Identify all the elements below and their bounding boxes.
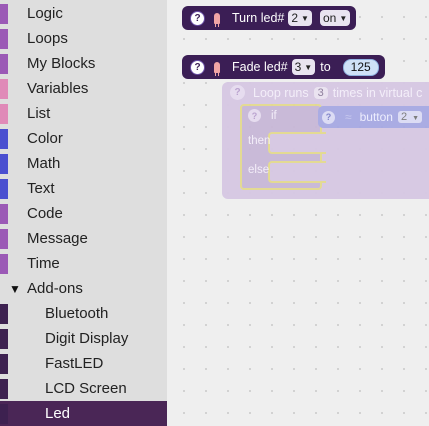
category-label: Math <box>27 155 61 172</box>
loop-count-field[interactable]: 3 <box>313 86 328 99</box>
button-number-dropdown[interactable]: 2 ▼ <box>397 111 423 123</box>
chevron-down-icon: ▼ <box>301 13 309 23</box>
then-slot <box>268 132 326 154</box>
led-icon <box>214 12 220 27</box>
help-icon: ? <box>230 85 245 100</box>
if-else-block[interactable]: ? if then else <box>240 104 326 190</box>
chevron-down-icon: ▼ <box>304 62 313 72</box>
category-color-swatch <box>0 128 8 149</box>
category-color-swatch <box>0 78 8 99</box>
category-label: Text <box>27 180 55 197</box>
category-color[interactable]: Color <box>0 126 167 151</box>
category-color-swatch <box>0 328 8 349</box>
category-color-swatch <box>0 178 8 199</box>
dropdown-value: 2 <box>291 11 299 25</box>
category-label: List <box>27 105 51 122</box>
turn-led-block[interactable]: ? Turn led# 2 ▼ on ▼ <box>182 6 357 30</box>
condition-label: button <box>359 110 393 124</box>
chevron-down-icon: ▼ <box>339 13 348 23</box>
category-time[interactable]: Time <box>0 251 167 276</box>
category-label: My Blocks <box>27 55 96 72</box>
help-icon: ? <box>248 109 261 122</box>
category-color-swatch <box>0 228 8 249</box>
category-color-swatch <box>0 28 8 49</box>
category-color-swatch <box>0 103 8 124</box>
block-text: Turn led# <box>232 11 285 25</box>
category-digit-display[interactable]: Digit Display <box>0 326 167 351</box>
if-label: if <box>271 110 277 122</box>
else-label: else <box>248 164 270 176</box>
loop-text-prefix: Loop runs <box>253 85 309 100</box>
dropdown-value: on <box>322 11 337 25</box>
category-math[interactable]: Math <box>0 151 167 176</box>
category-label: Loops <box>27 30 68 47</box>
then-label: then <box>248 135 271 147</box>
sensor-icon: ≈ <box>345 110 352 124</box>
category-message[interactable]: Message <box>0 226 167 251</box>
loop-text-suffix: times in virtual c <box>332 85 423 100</box>
category-text[interactable]: Text <box>0 176 167 201</box>
button-condition-block[interactable]: ? ≈ button 2 ▼ <box>318 106 429 128</box>
dropdown-value: 2 <box>400 111 408 123</box>
category-loops[interactable]: Loops <box>0 26 167 51</box>
category-label: Variables <box>27 80 89 97</box>
category-label: Bluetooth <box>45 305 109 322</box>
else-slot <box>268 161 326 183</box>
category-color-swatch <box>0 403 8 424</box>
category-led[interactable]: Led <box>0 401 167 426</box>
category-color-swatch <box>0 153 8 174</box>
chevron-down-icon: ▼ <box>412 115 420 122</box>
category-list[interactable]: List <box>0 101 167 126</box>
category-my-blocks[interactable]: My Blocks <box>0 51 167 76</box>
dropdown-value: 3 <box>294 60 302 74</box>
category-color-swatch <box>0 253 8 274</box>
category-label: Code <box>27 205 63 222</box>
led-number-dropdown[interactable]: 3 ▼ <box>291 59 316 75</box>
category-logic[interactable]: Logic <box>0 1 167 26</box>
led-state-dropdown[interactable]: on ▼ <box>319 10 351 26</box>
category-fastled[interactable]: FastLED <box>0 351 167 376</box>
category-color-swatch <box>0 203 8 224</box>
category-bluetooth[interactable]: Bluetooth <box>0 301 167 326</box>
category-label: Add-ons <box>27 280 83 297</box>
led-icon <box>214 61 220 76</box>
category-label: Color <box>27 130 63 147</box>
category-add-ons[interactable]: ▼ Add-ons <box>0 276 167 301</box>
category-label: Logic <box>27 5 63 22</box>
help-icon[interactable]: ? <box>190 10 205 26</box>
toolbox-sidebar: Logic Loops My Blocks Variables List Col… <box>0 0 167 426</box>
category-lcd-screen[interactable]: LCD Screen <box>0 376 167 401</box>
category-label: Time <box>27 255 60 272</box>
category-color-swatch <box>0 353 8 374</box>
help-icon: ? <box>322 110 335 124</box>
loop-runs-block-ghost[interactable]: ? Loop runs 3 times in virtual c ? if th… <box>222 82 429 199</box>
to-label: to <box>320 60 331 74</box>
category-color-swatch <box>0 378 8 399</box>
category-variables[interactable]: Variables <box>0 76 167 101</box>
led-number-dropdown[interactable]: 2 ▼ <box>288 10 312 26</box>
category-label: Message <box>27 230 88 247</box>
category-label: Led <box>45 405 71 422</box>
category-label: LCD Screen <box>45 380 127 397</box>
category-code[interactable]: Code <box>0 201 167 226</box>
category-label: FastLED <box>45 355 104 372</box>
block-text: Fade led# <box>232 60 288 74</box>
category-label: Digit Display <box>45 330 129 347</box>
fade-led-block[interactable]: ? Fade led# 3 ▼ to 125 <box>182 55 385 79</box>
category-color-swatch <box>0 3 8 24</box>
loop-header: ? Loop runs 3 times in virtual c <box>230 85 422 100</box>
category-color-swatch <box>0 53 8 74</box>
brightness-value-field[interactable]: 125 <box>342 58 379 76</box>
category-color-swatch <box>0 303 8 324</box>
expand-arrow-icon[interactable]: ▼ <box>9 282 21 296</box>
help-icon[interactable]: ? <box>190 59 205 75</box>
